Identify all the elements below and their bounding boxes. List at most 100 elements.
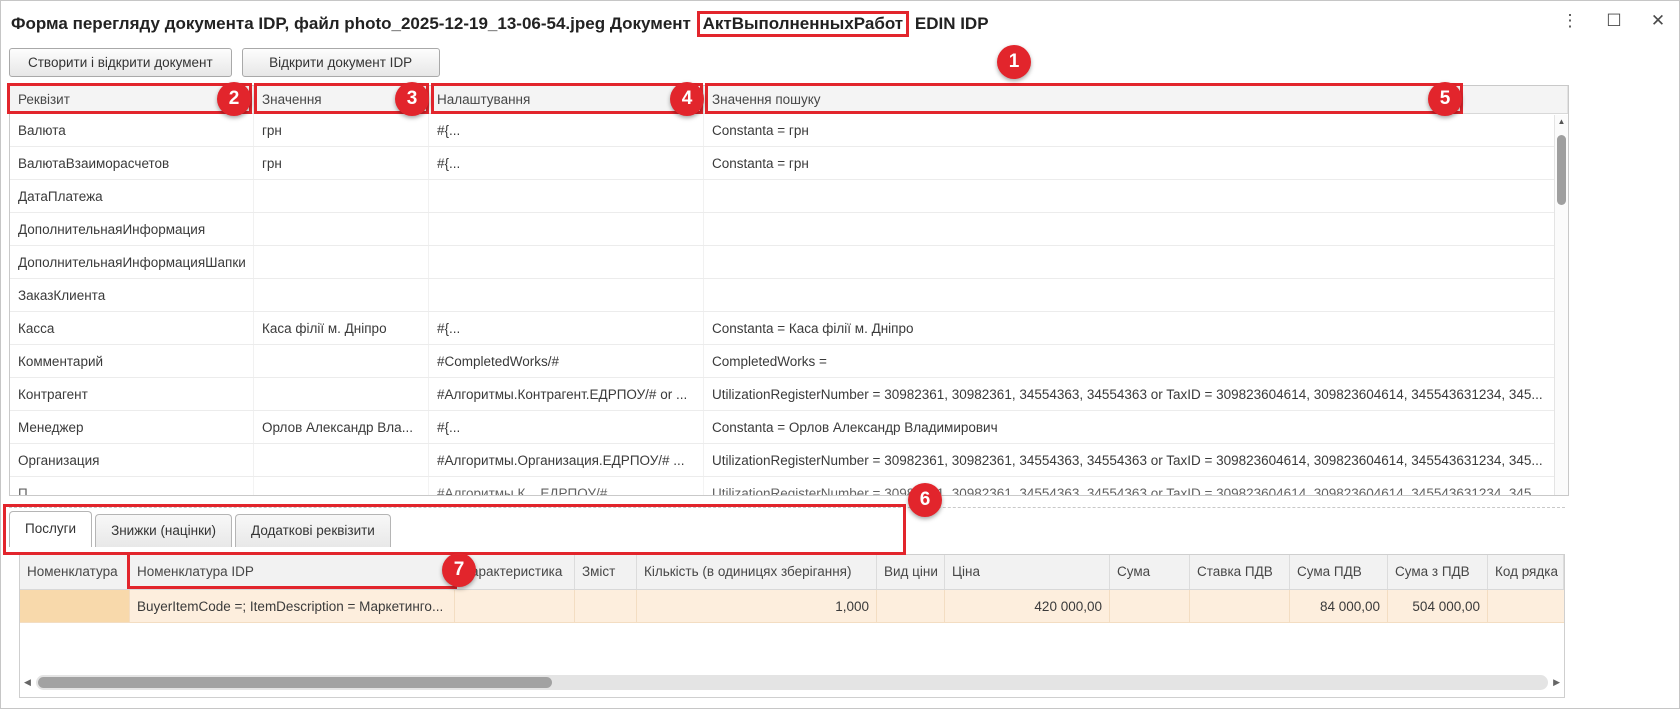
horizontal-scrollbar-track[interactable] [36,675,1548,690]
open-idp-document-button[interactable]: Відкрити документ IDP [242,48,440,77]
column-header-characteristic[interactable]: Характеристика [455,555,575,589]
create-and-open-document-button[interactable]: Створити і відкрити документ [9,48,232,77]
horizontal-scrollbar-thumb[interactable] [38,677,552,688]
tab-additional-requisites[interactable]: Додаткові реквізити [235,514,391,547]
cell-sum-with-vat[interactable]: 504 000,00 [1388,590,1488,623]
cell-search-value: Constanta = Каса філії м. Дніпро [704,312,1554,344]
cell-requisite: Контрагент [10,378,254,410]
cell-settings [429,213,704,245]
column-header-sum-with-vat[interactable]: Сума з ПДВ [1388,555,1488,589]
column-header-price[interactable]: Ціна [945,555,1110,589]
cell-nomenclature-idp[interactable]: BuyerItemCode =; ItemDescription = Марке… [130,590,455,623]
requisite-row[interactable]: ДополнительнаяИнформацияШапки [10,246,1554,279]
requisite-row[interactable]: Валютагрн#{...Constanta = грн [10,114,1554,147]
cell-settings: #{... [429,114,704,146]
column-header-price-type[interactable]: Вид ціни [877,555,945,589]
cell-requisite: ДополнительнаяИнформацияШапки [10,246,254,278]
vertical-scrollbar[interactable]: ▲ [1554,115,1568,495]
toolbar: Створити і відкрити документ Відкрити до… [9,48,440,77]
tab-services[interactable]: Послуги [9,511,92,547]
cell-characteristic[interactable] [455,590,575,623]
requisite-row[interactable]: ВалютаВзаиморасчетовгрн#{...Constanta = … [10,147,1554,180]
cell-search-value [704,180,1554,212]
cell-settings [429,279,704,311]
requisite-row[interactable]: ЗаказКлиента [10,279,1554,312]
column-header-value[interactable]: Значення [254,86,429,113]
cell-requisite: ДатаПлатежа [10,180,254,212]
cell-requisite: Валюта [10,114,254,146]
page-title: Форма перегляду документа IDP, файл phot… [11,11,989,37]
requisite-row[interactable]: КассаКаса філії м. Дніпро#{...Constanta … [10,312,1554,345]
vertical-scrollbar-thumb[interactable] [1557,135,1566,205]
column-header-sum[interactable]: Сума [1110,555,1190,589]
column-header-vat-rate[interactable]: Ставка ПДВ [1190,555,1290,589]
cell-value [254,345,429,377]
column-header-nomenclature[interactable]: Номенклатура [20,555,130,589]
title-highlighted-doc-type: АктВыполненныхРабот [697,11,910,37]
cell-settings: #Алгоритмы.Организация.ЕДРПОУ/# ... [429,444,704,476]
cell-value: грн [254,114,429,146]
close-icon[interactable]: ✕ [1647,9,1669,33]
requisites-table-header: Реквізит Значення Налаштування Значення … [10,86,1568,114]
cell-settings: #{... [429,411,704,443]
column-header-line-code[interactable]: Код рядка [1488,555,1564,589]
requisite-row[interactable]: ДатаПлатежа [10,180,1554,213]
column-header-content[interactable]: Зміст [575,555,637,589]
cell-search-value [704,246,1554,278]
cell-value [254,477,429,495]
cell-line-code[interactable] [1488,590,1564,623]
cell-settings: #Алгоритмы.К... ЕДРПОУ/# [429,477,704,495]
service-row[interactable]: BuyerItemCode =; ItemDescription = Марке… [20,590,1564,623]
cell-value: грн [254,147,429,179]
cell-value [254,246,429,278]
requisite-row[interactable]: МенеджерОрлов Александр Вла...#{...Const… [10,411,1554,444]
column-header-settings[interactable]: Налаштування [429,86,704,113]
cell-quantity[interactable]: 1,000 [637,590,877,623]
column-header-search-value[interactable]: Значення пошуку [704,86,1568,113]
tab-strip: Послуги Знижки (націнки) Додаткові рекві… [9,511,394,547]
title-prefix: Форма перегляду документа IDP, файл phot… [11,14,696,33]
more-menu-icon[interactable]: ⋮ [1559,9,1581,33]
cell-price[interactable]: 420 000,00 [945,590,1110,623]
cell-requisite: Комментарий [10,345,254,377]
cell-nomenclature[interactable] [20,590,130,623]
requisite-row[interactable]: ДополнительнаяИнформация [10,213,1554,246]
scroll-right-icon[interactable]: ▶ [1553,677,1560,688]
horizontal-scrollbar[interactable]: ◀ ▶ [24,674,1560,691]
cell-search-value: UtilizationRegisterNumber = 30982361, 30… [704,477,1554,495]
column-header-requisite[interactable]: Реквізит [10,86,254,113]
cell-value [254,378,429,410]
column-header-nomenclature-idp[interactable]: Номенклатура IDP [130,555,455,589]
cell-vat-sum[interactable]: 84 000,00 [1290,590,1388,623]
requisites-table-body: Валютагрн#{...Constanta = грнВалютаВзаим… [10,114,1554,495]
cell-search-value: UtilizationRegisterNumber = 30982361, 30… [704,444,1554,476]
cell-search-value: UtilizationRegisterNumber = 30982361, 30… [704,378,1554,410]
cell-requisite: Касса [10,312,254,344]
scroll-left-icon[interactable]: ◀ [24,677,31,688]
cell-settings: #{... [429,147,704,179]
cell-search-value: CompletedWorks = [704,345,1554,377]
cell-price-type[interactable] [877,590,945,623]
scroll-up-icon[interactable]: ▲ [1555,117,1568,126]
cell-vat-rate[interactable] [1190,590,1290,623]
cell-value [254,444,429,476]
column-header-vat-sum[interactable]: Сума ПДВ [1290,555,1388,589]
cell-search-value: Constanta = грн [704,147,1554,179]
requisite-row[interactable]: Организация#Алгоритмы.Организация.ЕДРПОУ… [10,444,1554,477]
requisite-row[interactable]: Комментарий#CompletedWorks/#CompletedWor… [10,345,1554,378]
cell-value: Орлов Александр Вла... [254,411,429,443]
cell-requisite: ВалютаВзаиморасчетов [10,147,254,179]
cell-settings [429,180,704,212]
cell-content[interactable] [575,590,637,623]
column-header-quantity[interactable]: Кількість (в одиницях зберігання) [637,555,877,589]
maximize-icon[interactable]: ☐ [1603,9,1625,33]
services-table: Номенклатура Номенклатура IDP Характерис… [19,554,1565,698]
cell-value [254,213,429,245]
requisite-row[interactable]: П#Алгоритмы.К... ЕДРПОУ/#UtilizationRegi… [10,477,1554,495]
requisite-row[interactable]: Контрагент#Алгоритмы.Контрагент.ЕДРПОУ/#… [10,378,1554,411]
cell-requisite: ДополнительнаяИнформация [10,213,254,245]
cell-search-value [704,279,1554,311]
cell-sum[interactable] [1110,590,1190,623]
tab-discounts[interactable]: Знижки (націнки) [95,514,232,547]
cell-value [254,279,429,311]
